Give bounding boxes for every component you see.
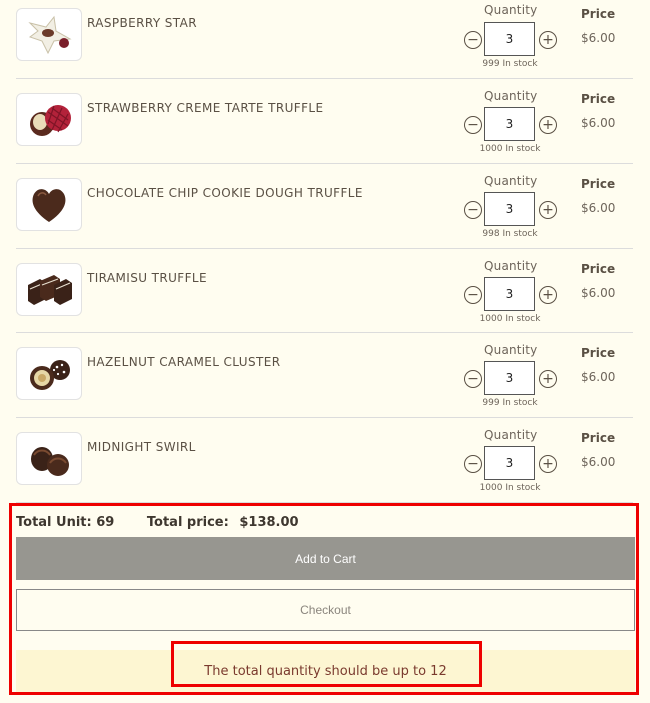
product-name[interactable]: MIDNIGHT SWIRL bbox=[87, 440, 196, 454]
list-item: STRAWBERRY CREME TARTE TRUFFLE Quantity … bbox=[16, 79, 633, 164]
product-name[interactable]: CHOCOLATE CHIP COOKIE DOUGH TRUFFLE bbox=[87, 186, 363, 200]
plus-icon: + bbox=[542, 371, 554, 388]
quantity-input[interactable] bbox=[484, 361, 535, 396]
price-value: $6.00 bbox=[581, 285, 616, 300]
quantity-warning-message: The total quantity should be up to 12 bbox=[16, 650, 635, 692]
warning-text: The total quantity should be up to 12 bbox=[204, 663, 447, 679]
price-label: Price bbox=[581, 7, 616, 21]
minus-icon: − bbox=[467, 117, 479, 133]
price-label: Price bbox=[581, 261, 616, 276]
decrease-quantity-button[interactable]: − bbox=[464, 455, 482, 474]
heart-chocolate-icon[interactable] bbox=[16, 177, 82, 231]
total-price-label: Total price: bbox=[146, 515, 229, 530]
price-value: $6.00 bbox=[581, 31, 616, 45]
price-value: $6.00 bbox=[581, 455, 616, 470]
minus-icon: − bbox=[467, 32, 479, 48]
quantity-label: Quantity bbox=[484, 428, 538, 443]
checkout-button[interactable]: Checkout bbox=[16, 589, 635, 631]
increase-quantity-button[interactable]: + bbox=[539, 116, 557, 134]
quantity-label: Quantity bbox=[484, 343, 538, 358]
plus-icon: + bbox=[542, 201, 554, 218]
total-price-value: $138.00 bbox=[239, 515, 299, 530]
price-label: Price bbox=[581, 346, 616, 361]
price-label: Price bbox=[581, 176, 616, 191]
price-value: $6.00 bbox=[581, 370, 616, 385]
stock-count: 999 In stock bbox=[482, 59, 538, 69]
minus-icon: − bbox=[467, 371, 479, 388]
midnight-swirl-icon[interactable] bbox=[16, 432, 82, 486]
stock-count: 998 In stock bbox=[482, 228, 538, 239]
stock-count: 1000 In stock bbox=[479, 144, 541, 154]
add-to-cart-button[interactable]: Add to Cart bbox=[16, 537, 635, 580]
quantity-input[interactable] bbox=[484, 22, 535, 56]
list-item: RASPBERRY STAR Quantity − + 999 In stock… bbox=[16, 0, 633, 79]
quantity-label: Quantity bbox=[484, 89, 538, 103]
decrease-quantity-button[interactable]: − bbox=[464, 31, 482, 49]
total-unit: Total Unit: 69 bbox=[16, 515, 114, 530]
product-list: RASPBERRY STAR Quantity − + 999 In stock… bbox=[16, 0, 633, 503]
quantity-label: Quantity bbox=[484, 173, 538, 188]
price-value: $6.00 bbox=[581, 116, 616, 130]
increase-quantity-button[interactable]: + bbox=[539, 200, 557, 219]
plus-icon: + bbox=[542, 32, 554, 48]
raspberry-star-chocolate-icon[interactable] bbox=[16, 8, 82, 61]
plus-icon: + bbox=[542, 456, 554, 473]
price-label: Price bbox=[581, 431, 616, 446]
tiramisu-bars-icon[interactable] bbox=[16, 262, 82, 316]
order-summary: Total Unit: 69 Total price: $138.00 bbox=[16, 515, 299, 530]
total-price: Total price: $138.00 bbox=[147, 515, 299, 530]
plus-icon: + bbox=[542, 286, 554, 303]
minus-icon: − bbox=[467, 456, 479, 473]
decrease-quantity-button[interactable]: − bbox=[464, 116, 482, 134]
stock-count: 1000 In stock bbox=[479, 313, 541, 324]
quantity-input[interactable] bbox=[484, 107, 535, 141]
product-name[interactable]: HAZELNUT CARAMEL CLUSTER bbox=[87, 355, 280, 369]
product-name[interactable]: RASPBERRY STAR bbox=[87, 16, 197, 30]
list-item: CHOCOLATE CHIP COOKIE DOUGH TRUFFLE Quan… bbox=[16, 164, 633, 249]
quantity-label: Quantity bbox=[484, 3, 538, 17]
product-name[interactable]: TIRAMISU TRUFFLE bbox=[87, 271, 207, 285]
increase-quantity-button[interactable]: + bbox=[539, 31, 557, 49]
strawberry-truffle-icon[interactable] bbox=[16, 93, 82, 146]
plus-icon: + bbox=[542, 117, 554, 133]
decrease-quantity-button[interactable]: − bbox=[464, 370, 482, 389]
list-item: TIRAMISU TRUFFLE Quantity − + 1000 In st… bbox=[16, 249, 633, 334]
hazelnut-cluster-icon[interactable] bbox=[16, 347, 82, 401]
increase-quantity-button[interactable]: + bbox=[539, 370, 557, 389]
quantity-input[interactable] bbox=[484, 191, 535, 226]
stock-count: 1000 In stock bbox=[479, 483, 541, 494]
minus-icon: − bbox=[467, 286, 479, 303]
minus-icon: − bbox=[467, 201, 479, 218]
product-name[interactable]: STRAWBERRY CREME TARTE TRUFFLE bbox=[87, 101, 323, 115]
quantity-label: Quantity bbox=[484, 258, 538, 273]
stock-count: 999 In stock bbox=[482, 398, 538, 409]
total-unit-value: 69 bbox=[96, 515, 115, 530]
increase-quantity-button[interactable]: + bbox=[539, 285, 557, 304]
list-item: MIDNIGHT SWIRL Quantity − + 1000 In stoc… bbox=[16, 418, 633, 503]
quantity-input[interactable] bbox=[484, 446, 535, 481]
increase-quantity-button[interactable]: + bbox=[539, 455, 557, 474]
quantity-input[interactable] bbox=[484, 276, 535, 311]
price-value: $6.00 bbox=[581, 200, 616, 215]
price-label: Price bbox=[581, 92, 616, 106]
total-unit-label: Total Unit: bbox=[16, 515, 92, 530]
decrease-quantity-button[interactable]: − bbox=[464, 285, 482, 304]
decrease-quantity-button[interactable]: − bbox=[464, 200, 482, 219]
list-item: HAZELNUT CARAMEL CLUSTER Quantity − + 99… bbox=[16, 333, 633, 419]
